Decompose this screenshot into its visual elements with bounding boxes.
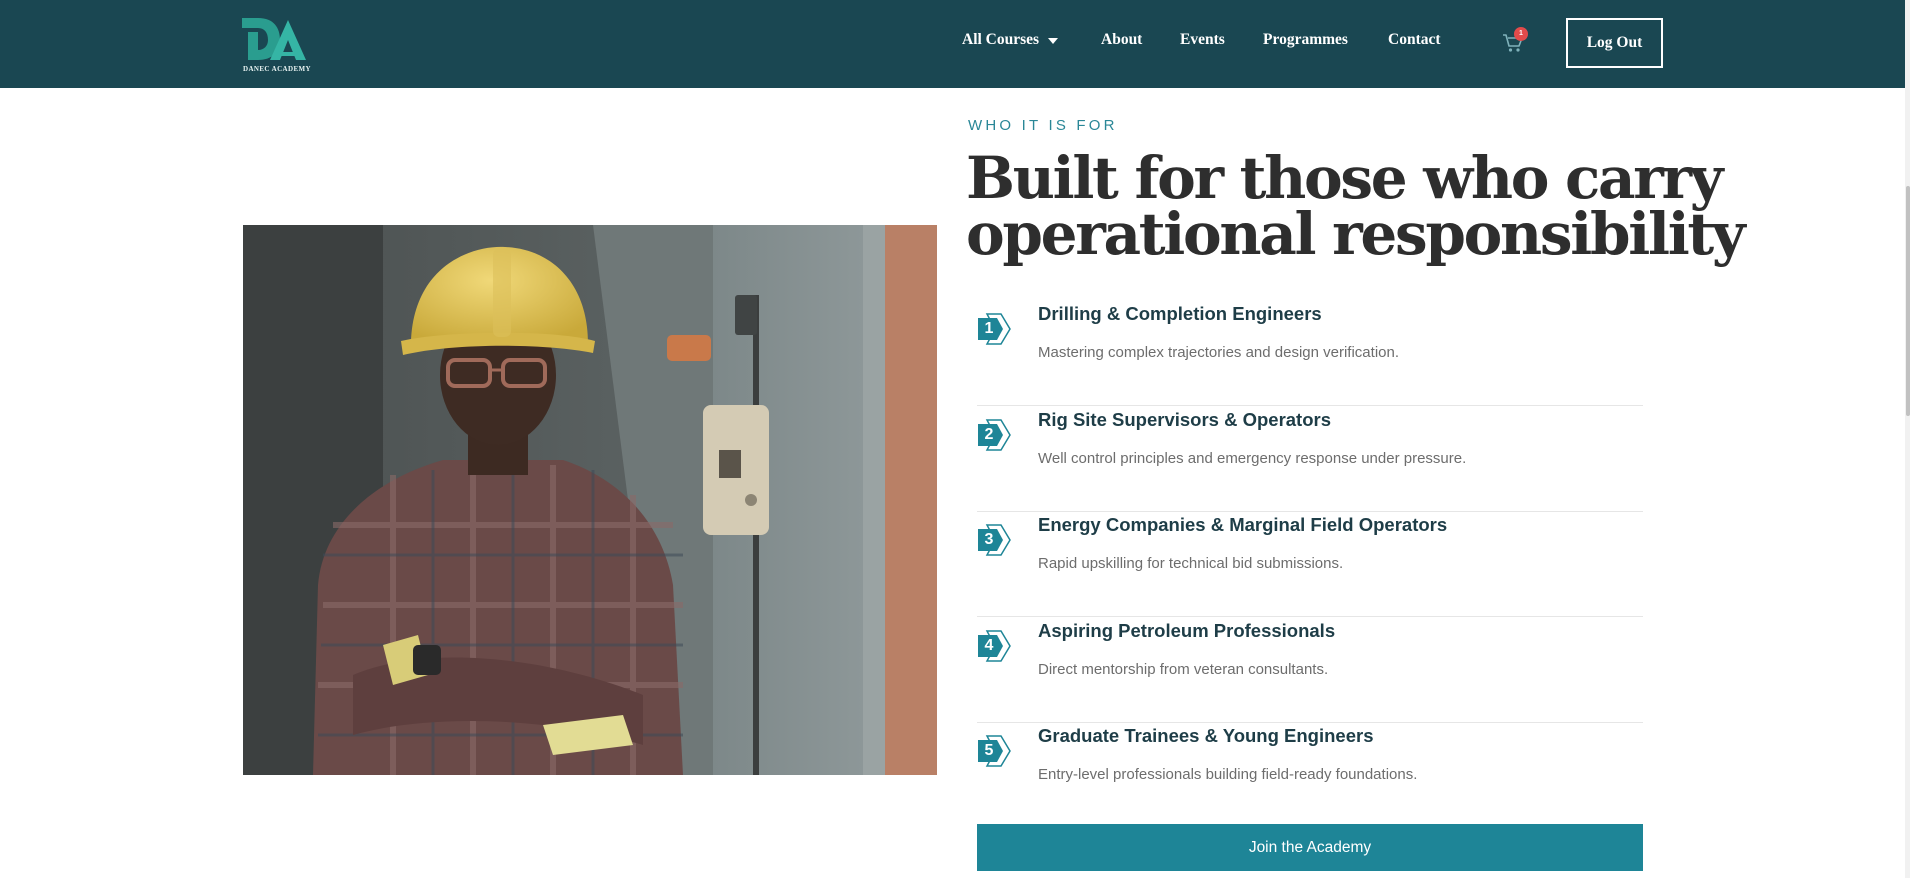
number-badge-icon: 1 (977, 312, 1011, 346)
item-description: Direct mentorship from veteran consultan… (1038, 661, 1329, 678)
nav-programmes[interactable]: Programmes (1263, 31, 1348, 49)
item-description: Well control principles and emergency re… (1038, 450, 1467, 467)
log-out-button[interactable]: Log Out (1566, 18, 1663, 68)
item-title: Graduate Trainees & Young Engineers (1038, 725, 1374, 746)
headline-line-2: operational responsibility (966, 200, 1746, 268)
logo-wordmark: DANEC ACADEMY (242, 65, 311, 73)
join-academy-button[interactable]: Join the Academy (977, 824, 1643, 871)
item-number: 1 (984, 320, 994, 337)
item-title: Drilling & Completion Engineers (1038, 303, 1322, 324)
item-description: Mastering complex trajectories and desig… (1038, 344, 1400, 361)
list-item: 2 Rig Site Supervisors & Operators Well … (977, 406, 1643, 512)
top-navbar: DANEC ACADEMY All Courses About Events P… (0, 0, 1905, 88)
number-badge-icon: 2 (977, 418, 1011, 452)
item-number: 3 (984, 531, 994, 548)
scrollbar-thumb[interactable] (1906, 186, 1910, 416)
section-eyebrow: WHO IT IS FOR (968, 117, 1118, 134)
chevron-down-icon[interactable] (1048, 38, 1058, 44)
nav-contact[interactable]: Contact (1388, 31, 1441, 49)
nav-all-courses[interactable]: All Courses (962, 31, 1039, 49)
item-title: Aspiring Petroleum Professionals (1038, 620, 1336, 641)
nav-about[interactable]: About (1101, 31, 1142, 49)
item-title: Energy Companies & Marginal Field Operat… (1038, 514, 1448, 535)
list-item: 4 Aspiring Petroleum Professionals Direc… (977, 617, 1643, 723)
item-description: Entry-level professionals building field… (1038, 766, 1418, 783)
logo-mark-icon (242, 18, 306, 60)
nav-events[interactable]: Events (1180, 31, 1225, 49)
page-scrollbar[interactable] (1905, 0, 1910, 878)
item-number: 4 (984, 637, 994, 654)
list-item: 3 Energy Companies & Marginal Field Oper… (977, 511, 1643, 617)
list-item: 5 Graduate Trainees & Young Engineers En… (977, 722, 1643, 828)
section-headline: Built for those who carry operational re… (966, 149, 1746, 263)
danec-academy-logo[interactable]: DANEC ACADEMY (240, 16, 314, 74)
cart-count-badge: 1 (1514, 27, 1528, 41)
item-title: Rig Site Supervisors & Operators (1038, 409, 1332, 430)
item-number: 2 (984, 426, 994, 443)
list-item: 1 Drilling & Completion Engineers Master… (977, 300, 1643, 406)
number-badge-icon: 5 (977, 734, 1011, 768)
number-badge-icon: 4 (977, 629, 1011, 663)
worker-photo (243, 225, 937, 775)
item-number: 5 (984, 742, 994, 759)
number-badge-icon: 3 (977, 523, 1011, 557)
item-description: Rapid upskilling for technical bid submi… (1038, 555, 1344, 572)
